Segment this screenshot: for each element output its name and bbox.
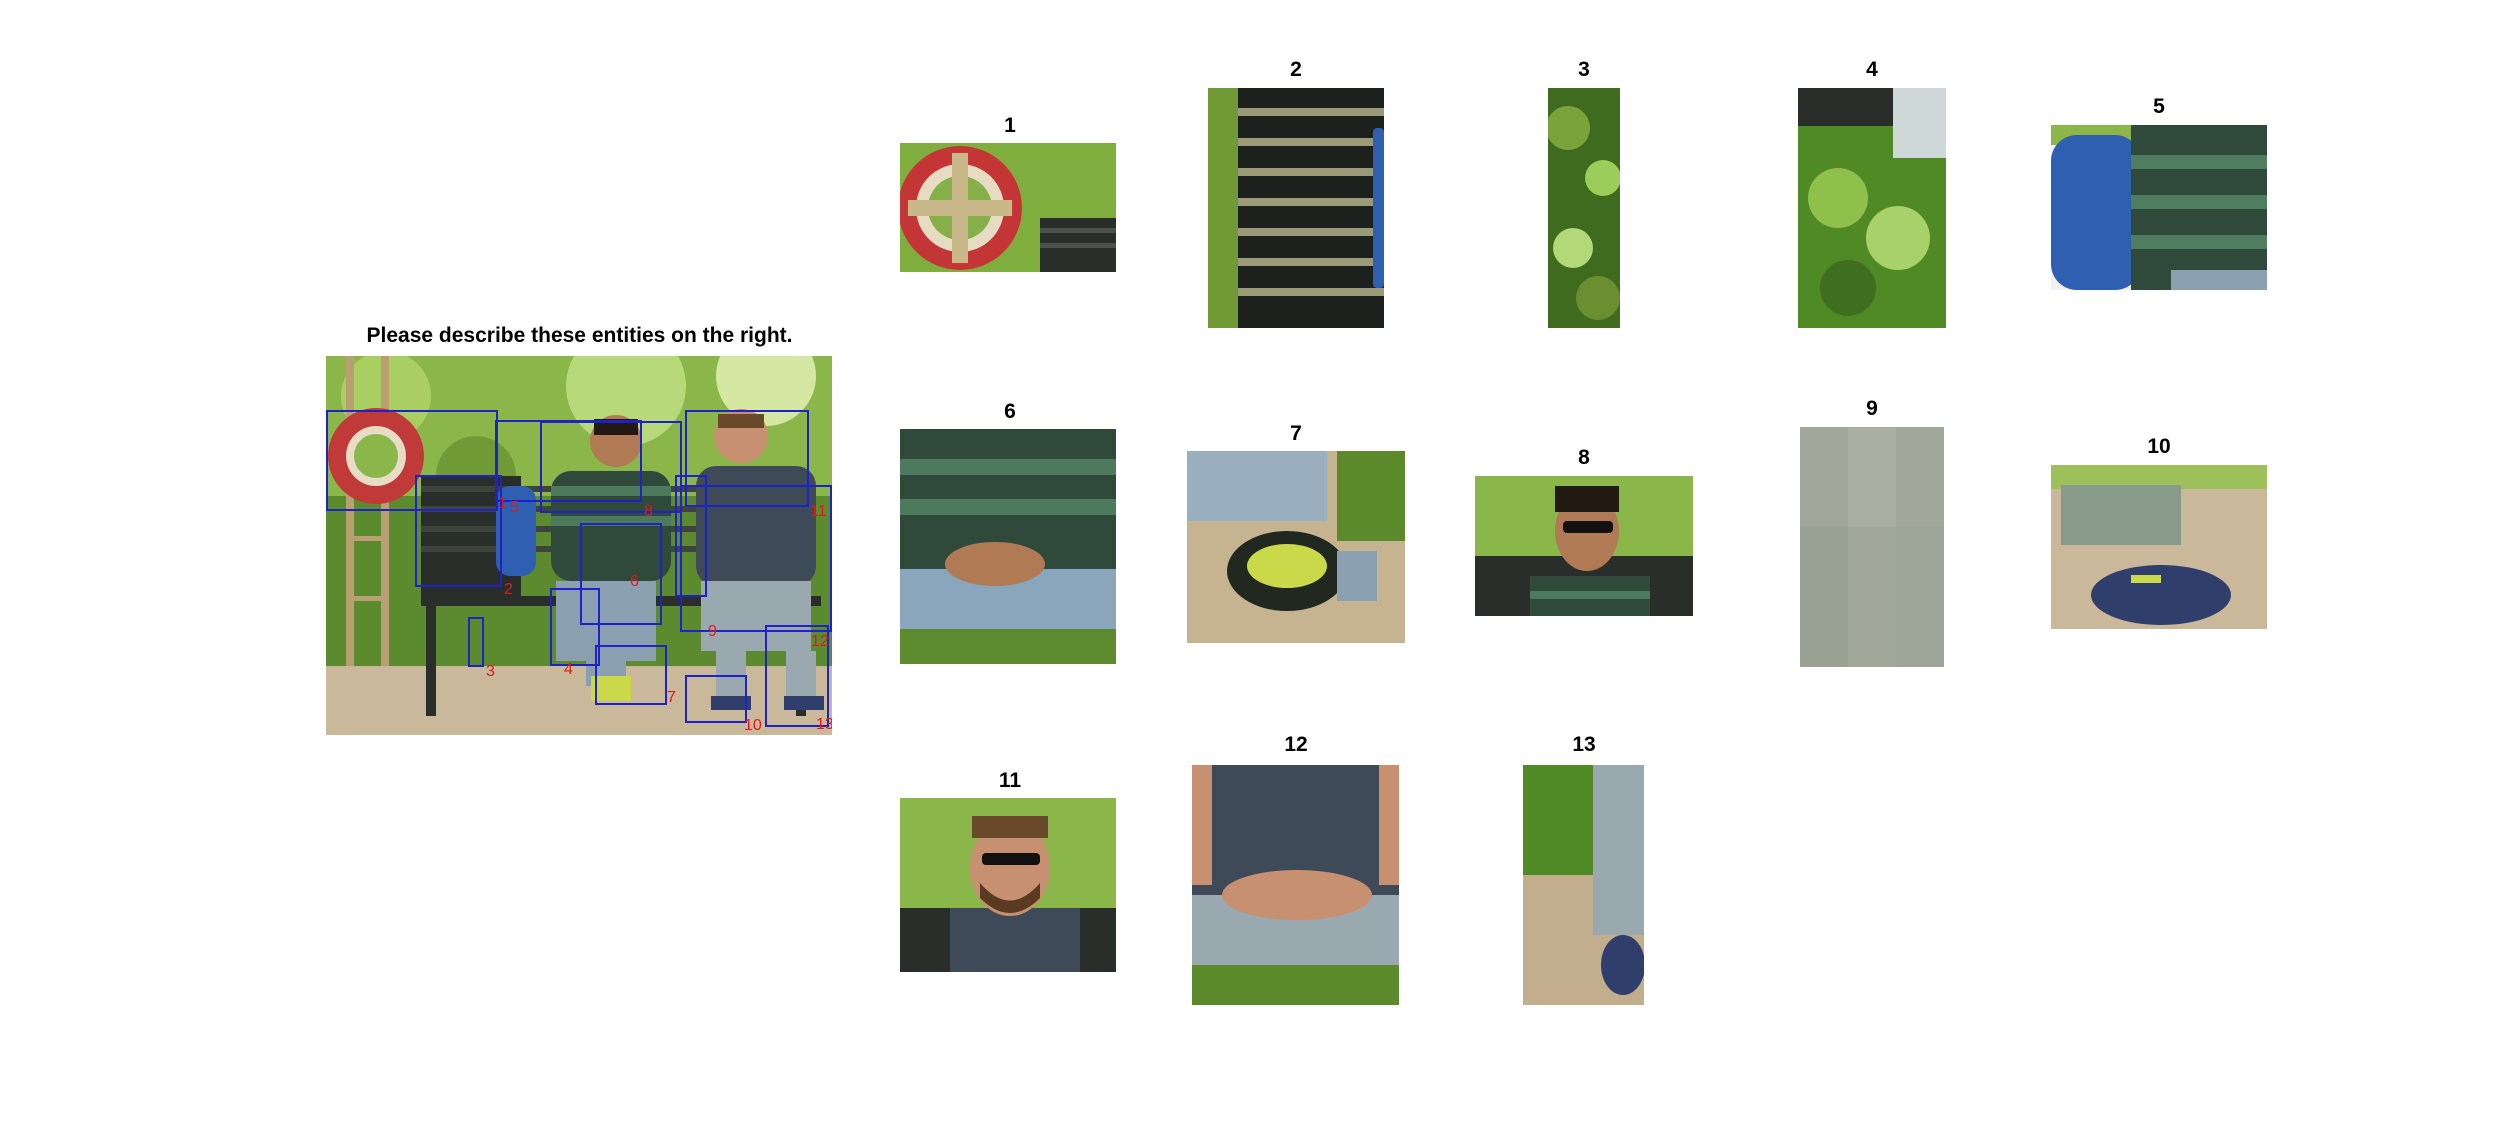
crop-foliage bbox=[1548, 88, 1620, 328]
crop-label-12: 12 bbox=[1284, 733, 1308, 756]
page-title: Please describe these entities on the ri… bbox=[366, 324, 793, 347]
box-label-7: 7 bbox=[667, 689, 676, 706]
crop-label-8: 8 bbox=[1578, 446, 1590, 469]
crop-label-9: 9 bbox=[1866, 397, 1878, 420]
crop-label-6: 6 bbox=[1004, 400, 1016, 423]
crop-leg-and-shoe bbox=[1523, 765, 1644, 1005]
box-label-13: 13 bbox=[816, 716, 832, 733]
main-photo-canvas: 1 2 3 4 5 6 7 8 9 10 11 12 13 bbox=[326, 356, 832, 735]
box-label-6: 6 bbox=[630, 573, 639, 590]
crop-label-1: 1 bbox=[1004, 114, 1016, 137]
crop-label-10: 10 bbox=[2147, 435, 2171, 458]
box-label-10: 10 bbox=[744, 717, 762, 734]
crop-sneakers bbox=[1187, 451, 1405, 643]
crop-man-with-sunglasses bbox=[1475, 476, 1693, 616]
main-photo: 1 2 3 4 5 6 7 8 9 10 11 12 13 bbox=[326, 356, 832, 735]
box-label-8: 8 bbox=[644, 503, 653, 520]
crop-backpack-and-shirt bbox=[2051, 125, 2267, 290]
crop-lifebuoy-ring bbox=[900, 143, 1116, 272]
crop-bench-slats bbox=[1208, 88, 1384, 328]
box-label-2: 2 bbox=[504, 581, 513, 598]
crop-shoe bbox=[2051, 465, 2267, 629]
box-label-12: 12 bbox=[811, 633, 829, 650]
box-label-1: 1 bbox=[498, 495, 507, 512]
crop-label-3: 3 bbox=[1578, 58, 1590, 81]
crop-torso-hands bbox=[900, 429, 1116, 664]
crop-label-2: 2 bbox=[1290, 58, 1302, 81]
crop-label-13: 13 bbox=[1572, 733, 1596, 756]
crop-bearded-man-sunglasses bbox=[900, 798, 1116, 972]
crop-torso-crossed-hands bbox=[1192, 765, 1399, 1005]
box-label-5: 5 bbox=[510, 499, 519, 516]
crop-label-4: 4 bbox=[1866, 58, 1878, 81]
box-label-9: 9 bbox=[708, 623, 717, 640]
box-label-3: 3 bbox=[486, 663, 495, 680]
crop-gray-patch bbox=[1800, 427, 1944, 667]
crop-label-5: 5 bbox=[2153, 95, 2165, 118]
crop-label-11: 11 bbox=[998, 769, 1022, 792]
crop-label-7: 7 bbox=[1290, 422, 1302, 445]
box-label-11: 11 bbox=[810, 503, 827, 520]
crop-foliage-with-post bbox=[1798, 88, 1946, 328]
box-label-4: 4 bbox=[564, 661, 573, 678]
